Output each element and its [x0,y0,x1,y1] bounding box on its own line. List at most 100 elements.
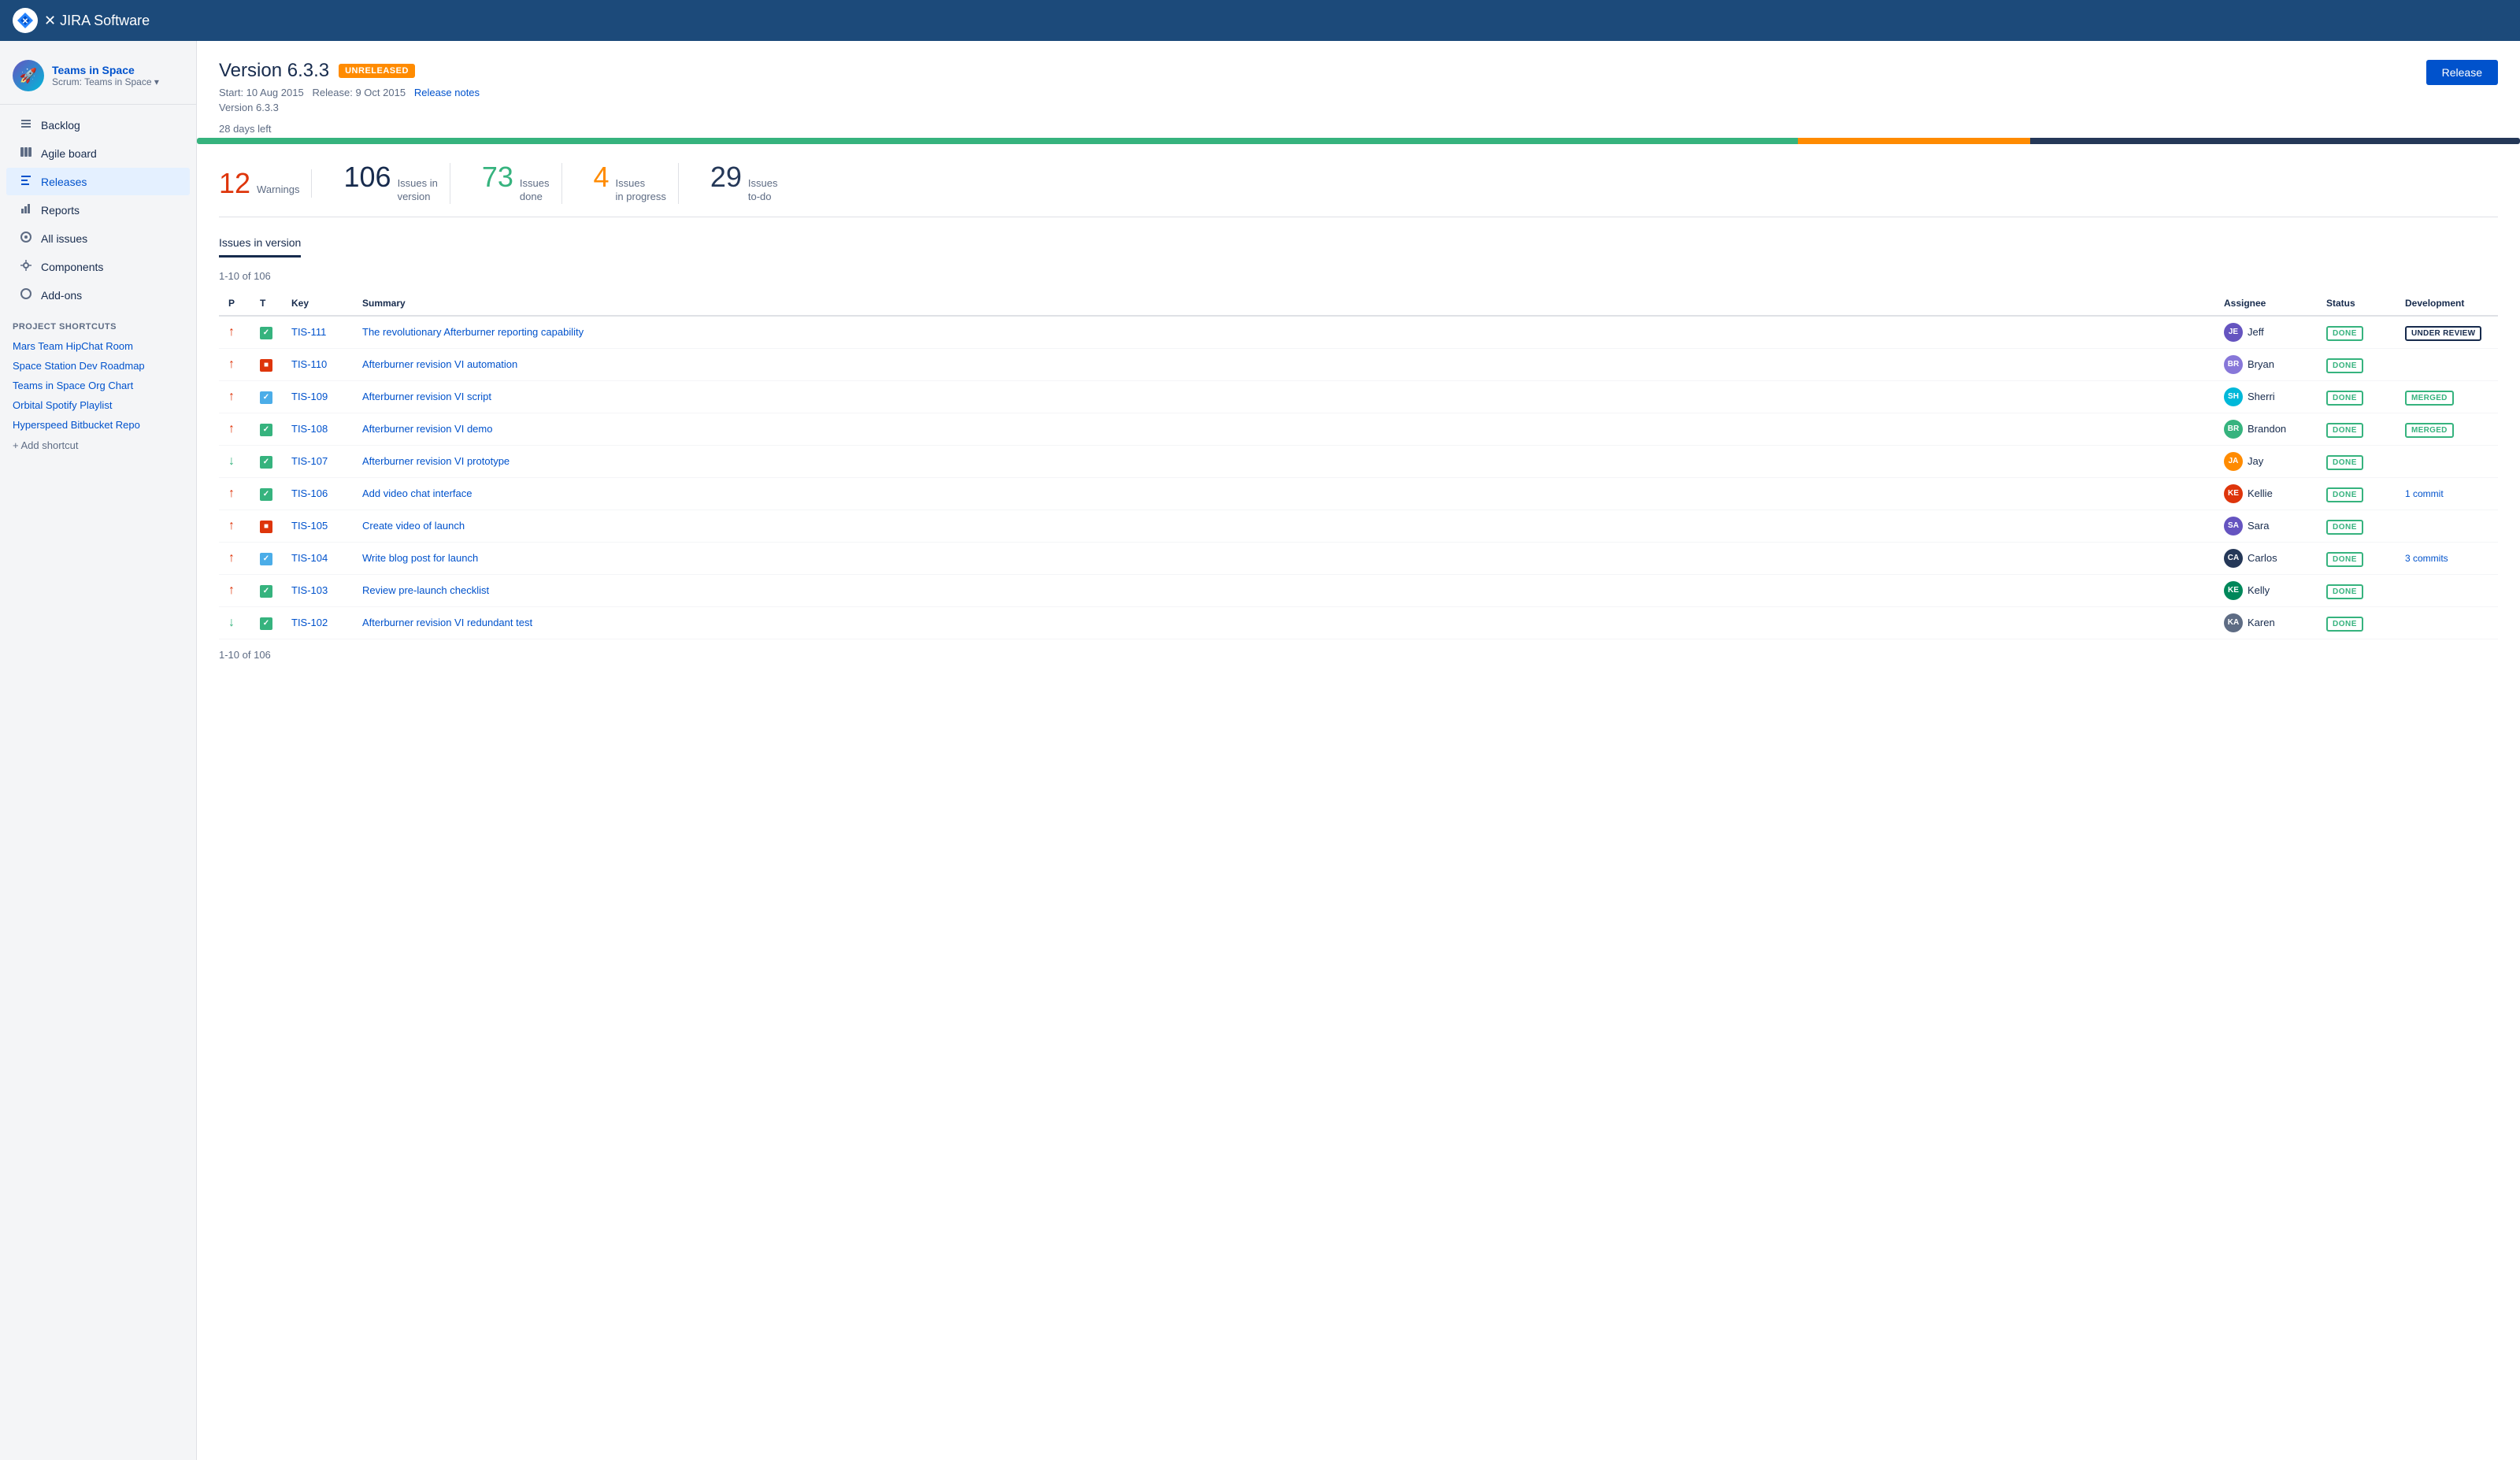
issue-summary-link[interactable]: The revolutionary Afterburner reporting … [362,326,584,338]
issue-summary-link[interactable]: Afterburner revision VI prototype [362,455,510,467]
issues-number: 106 [343,163,391,191]
key-cell[interactable]: TIS-102 [282,606,353,639]
issues-tab-label: Issues in version [219,236,301,258]
summary-cell[interactable]: Add video chat interface [353,477,2214,510]
issue-summary-link[interactable]: Afterburner revision VI demo [362,423,492,435]
status-cell: DONE [2317,542,2396,574]
type-cell: ✓ [250,542,282,574]
issue-summary-link[interactable]: Write blog post for launch [362,552,478,564]
assignee-cell: KE Kelly [2214,574,2317,606]
progress-done [197,138,1798,144]
progress-inprogress [1798,138,2030,144]
stat-warnings: 12 Warnings [219,169,324,198]
summary-cell[interactable]: Afterburner revision VI script [353,380,2214,413]
issue-key-link[interactable]: TIS-107 [291,455,328,467]
key-cell[interactable]: TIS-104 [282,542,353,574]
issue-key-link[interactable]: TIS-109 [291,391,328,402]
col-header-dev: Development [2396,291,2498,316]
summary-cell[interactable]: Write blog post for launch [353,542,2214,574]
col-header-assignee: Assignee [2214,291,2317,316]
dev-cell [2396,606,2498,639]
issue-key-link[interactable]: TIS-110 [291,358,327,370]
issue-summary-link[interactable]: Afterburner revision VI automation [362,358,517,370]
add-shortcut[interactable]: + Add shortcut [0,435,196,456]
table-row: ↑ ■ TIS-105 Create video of launch SA Sa… [219,510,2498,542]
todo-label: Issuesto-do [748,177,778,204]
key-cell[interactable]: TIS-111 [282,316,353,349]
app-logo[interactable]: ✕ ✕ JIRA Software [13,8,150,33]
summary-cell[interactable]: Afterburner revision VI redundant test [353,606,2214,639]
issues-tab[interactable]: Issues in version [219,236,2498,258]
assignee-name: Kellie [2248,487,2273,499]
issue-key-link[interactable]: TIS-108 [291,423,328,435]
issue-key-link[interactable]: TIS-103 [291,584,328,596]
shortcut-teams-org[interactable]: Teams in Space Org Chart [0,376,196,395]
issue-summary-link[interactable]: Afterburner revision VI redundant test [362,617,532,628]
summary-cell[interactable]: Review pre-launch checklist [353,574,2214,606]
key-cell[interactable]: TIS-107 [282,445,353,477]
key-cell[interactable]: TIS-108 [282,413,353,445]
status-badge: DONE [2326,423,2363,438]
issue-key-link[interactable]: TIS-104 [291,552,328,564]
issue-key-link[interactable]: TIS-105 [291,520,328,532]
agile-board-label: Agile board [41,147,97,160]
avatar: JA [2224,452,2243,471]
release-notes-link[interactable]: Release notes [414,87,480,98]
table-row: ↓ ✓ TIS-107 Afterburner revision VI prot… [219,445,2498,477]
warnings-label: Warnings [257,183,299,197]
status-badge: DONE [2326,552,2363,567]
shortcut-mars-team[interactable]: Mars Team HipChat Room [0,336,196,356]
inprogress-number: 4 [594,163,610,191]
table-row: ↓ ✓ TIS-102 Afterburner revision VI redu… [219,606,2498,639]
issue-summary-link[interactable]: Afterburner revision VI script [362,391,491,402]
key-cell[interactable]: TIS-103 [282,574,353,606]
sidebar-item-add-ons[interactable]: Add-ons [6,281,190,309]
sidebar-item-agile-board[interactable]: Agile board [6,139,190,167]
assignee-name: Sherri [2248,391,2275,402]
shortcut-orbital[interactable]: Orbital Spotify Playlist [0,395,196,415]
table-row: ↑ ✓ TIS-109 Afterburner revision VI scri… [219,380,2498,413]
priority-cell: ↑ [219,348,250,380]
type-cell: ✓ [250,477,282,510]
summary-cell[interactable]: Afterburner revision VI automation [353,348,2214,380]
key-cell[interactable]: TIS-105 [282,510,353,542]
summary-cell[interactable]: Afterburner revision VI prototype [353,445,2214,477]
issue-key-link[interactable]: TIS-111 [291,326,326,338]
issue-summary-link[interactable]: Review pre-launch checklist [362,584,489,596]
shortcut-space-station[interactable]: Space Station Dev Roadmap [0,356,196,376]
key-cell[interactable]: TIS-110 [282,348,353,380]
avatar: BR [2224,420,2243,439]
progress-todo [2030,138,2520,144]
svg-text:✕: ✕ [22,17,28,26]
assignee-cell: CA Carlos [2214,542,2317,574]
assignee-cell: JE Jeff [2214,316,2317,349]
issue-key-link[interactable]: TIS-106 [291,487,328,499]
key-cell[interactable]: TIS-109 [282,380,353,413]
issue-key-link[interactable]: TIS-102 [291,617,328,628]
project-name[interactable]: Teams in Space [52,64,183,76]
done-label: Issuesdone [520,177,550,204]
sidebar-item-reports[interactable]: Reports [6,196,190,224]
sidebar-item-releases[interactable]: Releases [6,168,190,195]
version-header: Version 6.3.3 UNRELEASED Start: 10 Aug 2… [219,60,2498,113]
summary-cell[interactable]: The revolutionary Afterburner reporting … [353,316,2214,349]
sidebar-item-components[interactable]: Components [6,253,190,280]
col-header-p: P [219,291,250,316]
project-type[interactable]: Scrum: Teams in Space ▾ [52,76,183,87]
issue-summary-link[interactable]: Add video chat interface [362,487,472,499]
sidebar-item-all-issues[interactable]: All issues [6,224,190,252]
priority-cell: ↓ [219,606,250,639]
status-cell: DONE [2317,574,2396,606]
priority-cell: ↑ [219,316,250,349]
status-badge: DONE [2326,326,2363,341]
days-left: 28 days left [219,123,2498,135]
issue-summary-link[interactable]: Create video of launch [362,520,465,532]
release-button[interactable]: Release [2426,60,2498,85]
shortcut-hyperspeed[interactable]: Hyperspeed Bitbucket Repo [0,415,196,435]
summary-cell[interactable]: Create video of launch [353,510,2214,542]
status-badge: DONE [2326,391,2363,406]
summary-cell[interactable]: Afterburner revision VI demo [353,413,2214,445]
key-cell[interactable]: TIS-106 [282,477,353,510]
sidebar-item-backlog[interactable]: Backlog [6,111,190,139]
status-cell: DONE [2317,606,2396,639]
